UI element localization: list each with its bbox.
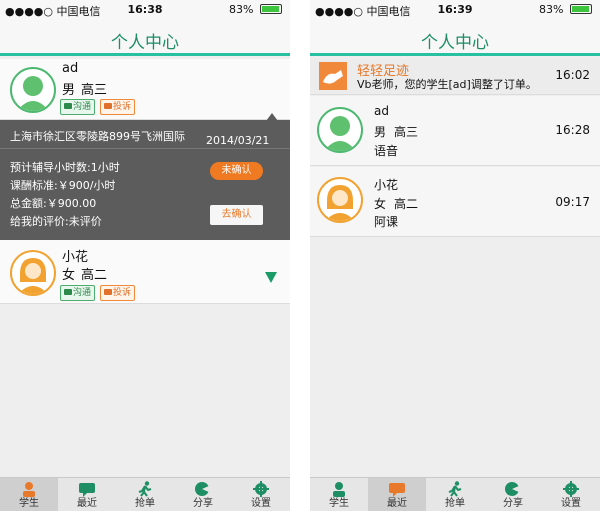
- conversation-name: 小花: [374, 178, 399, 192]
- boy-avatar-icon: [10, 67, 56, 113]
- gear-icon: [563, 481, 579, 497]
- order-hours: 预计辅导小时数:1小时: [10, 161, 120, 174]
- talk-label: 沟通: [73, 288, 92, 298]
- message-time: 16:28: [555, 123, 590, 137]
- student-icon: [23, 482, 35, 497]
- unconfirmed-status-button[interactable]: 未确认: [210, 162, 263, 180]
- left-screen: ●●●●○ 中国电信 16:38 83% 个人中心 ad 男 高三 沟通 投诉 …: [0, 0, 290, 511]
- order-total: 总金额:￥900.00: [10, 197, 97, 210]
- order-address: 上海市徐汇区零陵路899号飞洲国际: [10, 130, 185, 143]
- battery-icon: [260, 4, 282, 14]
- student-gender: 男: [62, 83, 76, 98]
- tab-label: 设置: [251, 498, 271, 509]
- page-title: 个人中心: [421, 33, 489, 53]
- student-card-ad[interactable]: ad 男 高三 沟通 投诉: [0, 59, 290, 120]
- battery-indicator: 83%: [229, 3, 282, 16]
- alert-icon: [104, 289, 112, 295]
- talk-label: 沟通: [73, 102, 92, 112]
- student-icon: [333, 482, 345, 497]
- battery-percent: 83%: [229, 3, 254, 16]
- last-message: 语音: [374, 144, 399, 158]
- student-grade: 高三: [81, 83, 108, 98]
- chat-icon: [79, 483, 95, 497]
- conversation-grade: 高三: [394, 125, 419, 139]
- tab-label: 学生: [329, 498, 349, 509]
- student-gender: 女: [62, 268, 76, 283]
- chat-bubble-icon: [64, 289, 72, 295]
- notice-time: 16:02: [555, 68, 590, 82]
- tab-settings[interactable]: 设置: [232, 478, 290, 511]
- conversation-ad[interactable]: ad 男 高三 语音 16:28: [310, 96, 600, 166]
- gear-icon: [253, 481, 269, 497]
- conversation-gender: 男: [374, 125, 387, 139]
- runner-icon: [448, 481, 462, 497]
- conversation-name: ad: [374, 104, 389, 118]
- conversation-gender: 女: [374, 197, 387, 211]
- notice-text: Vb老师，您的学生[ad]调整了订单。: [357, 78, 537, 91]
- tab-share[interactable]: 分享: [484, 478, 542, 511]
- tab-grab-orders[interactable]: 抢单: [116, 478, 174, 511]
- student-name: 小花: [62, 250, 89, 265]
- message-time: 09:17: [555, 195, 590, 209]
- battery-icon: [570, 4, 592, 14]
- talk-button[interactable]: 沟通: [60, 99, 96, 115]
- share-icon: [195, 482, 211, 496]
- order-rate: 课酬标准:￥900/小时: [10, 179, 116, 192]
- chat-bubble-icon: [64, 103, 72, 109]
- alert-icon: [104, 103, 112, 109]
- tab-bar: 学生 最近 抢单 分享 设置: [310, 477, 600, 511]
- complain-label: 投诉: [113, 102, 132, 112]
- tab-label: 学生: [19, 498, 39, 509]
- tab-label: 最近: [77, 498, 97, 509]
- talk-button[interactable]: 沟通: [60, 285, 96, 301]
- expand-arrow-icon[interactable]: [265, 272, 277, 283]
- tab-label: 设置: [561, 498, 581, 509]
- last-message: 阿课: [374, 215, 399, 229]
- tab-label: 抢单: [135, 498, 155, 509]
- nav-bar: 个人中心: [310, 20, 600, 56]
- battery-percent: 83%: [539, 3, 564, 16]
- notice-row[interactable]: 轻轻足迹 Vb老师，您的学生[ad]调整了订单。 16:02: [310, 59, 600, 95]
- tab-label: 抢单: [445, 498, 465, 509]
- tab-label: 分享: [503, 498, 523, 509]
- status-bar: ●●●●○ 中国电信 16:38 83%: [0, 0, 290, 20]
- tab-settings[interactable]: 设置: [542, 478, 600, 511]
- runner-icon: [138, 481, 152, 497]
- page-title: 个人中心: [111, 33, 179, 53]
- tab-grab-orders[interactable]: 抢单: [426, 478, 484, 511]
- nav-bar: 个人中心: [0, 20, 290, 56]
- girl-avatar-icon: [10, 250, 56, 296]
- order-details-panel: 上海市徐汇区零陵路899号飞洲国际 2014/03/21 预计辅导小时数:1小时…: [0, 120, 290, 240]
- tab-bar: 学生 最近 抢单 分享 设置: [0, 477, 290, 511]
- tab-students[interactable]: 学生: [0, 478, 58, 511]
- tab-recent[interactable]: 最近: [58, 478, 116, 511]
- divider: [0, 148, 290, 149]
- tab-recent[interactable]: 最近: [368, 478, 426, 511]
- battery-indicator: 83%: [539, 3, 592, 16]
- share-icon: [505, 482, 521, 496]
- right-screen: ●●●●○ 中国电信 16:39 83% 个人中心 轻轻足迹 Vb老师，您的学生…: [310, 0, 600, 511]
- chat-icon: [389, 483, 405, 497]
- tab-students[interactable]: 学生: [310, 478, 368, 511]
- complain-button[interactable]: 投诉: [100, 99, 136, 115]
- student-card-xiaohua[interactable]: 小花 女 高二 沟通 投诉: [0, 240, 290, 304]
- boy-avatar-icon: [317, 107, 363, 153]
- footprint-icon: [319, 62, 347, 90]
- complain-label: 投诉: [113, 288, 132, 298]
- order-rating: 给我的评价:未评价: [10, 215, 102, 228]
- confirm-button[interactable]: 去确认: [210, 205, 263, 225]
- order-date: 2014/03/21: [206, 134, 270, 147]
- student-grade: 高二: [81, 268, 108, 283]
- tab-share[interactable]: 分享: [174, 478, 232, 511]
- conversation-xiaohua[interactable]: 小花 女 高二 阿课 09:17: [310, 167, 600, 237]
- conversation-grade: 高二: [394, 197, 419, 211]
- complain-button[interactable]: 投诉: [100, 285, 136, 301]
- status-bar: ●●●●○ 中国电信 16:39 83%: [310, 0, 600, 20]
- tab-label: 分享: [193, 498, 213, 509]
- student-name: ad: [62, 61, 79, 76]
- tab-label: 最近: [387, 498, 407, 509]
- girl-avatar-icon: [317, 177, 363, 223]
